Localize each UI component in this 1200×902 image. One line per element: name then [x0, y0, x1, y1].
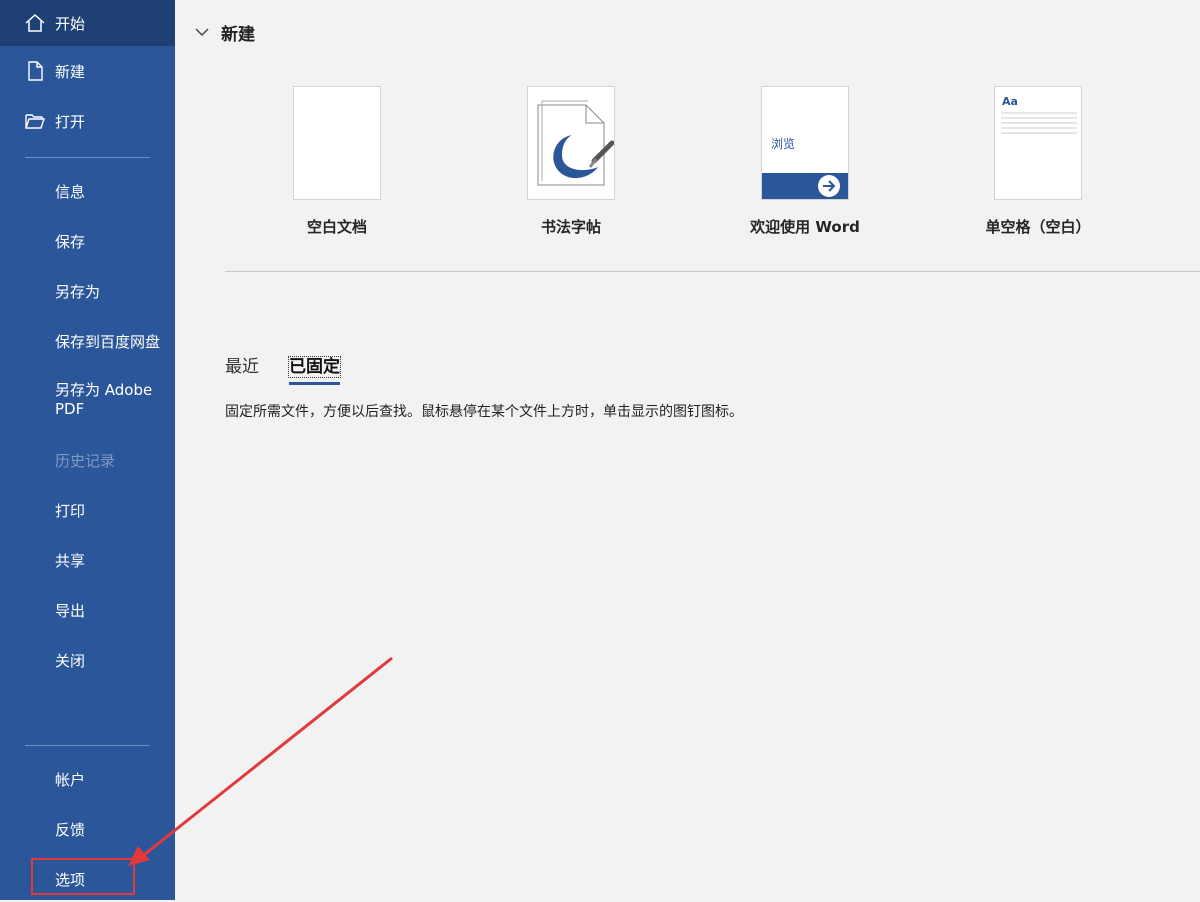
sidebar-item-label: 打开: [55, 112, 86, 131]
sidebar-divider: [25, 157, 150, 158]
sidebar-item-label: 导出: [55, 601, 86, 620]
sidebar-item-save-to-baidu[interactable]: 保存到百度网盘: [0, 318, 175, 364]
sidebar-item-label: 另存为 Adobe: [55, 381, 153, 399]
sidebar-item-save[interactable]: 保存: [0, 218, 175, 264]
thumbnail-text: Aa: [1002, 95, 1018, 108]
pinned-hint-text: 固定所需文件，方便以后查找。鼠标悬停在某个文件上方时，单击显示的图钉图标。: [225, 404, 743, 420]
file-tabs: 最近 已固定: [225, 352, 341, 385]
calligraphy-brush-icon: [537, 100, 615, 186]
template-label: 单空格（空白）: [985, 218, 1091, 236]
section-divider: [225, 271, 1200, 272]
sidebar-item-label: 帐户: [55, 770, 86, 789]
template-thumbnail: Aa: [994, 86, 1082, 200]
chevron-down-icon: [195, 22, 209, 42]
sidebar-item-feedback[interactable]: 反馈: [0, 806, 175, 852]
sidebar-item-share[interactable]: 共享: [0, 537, 175, 583]
sidebar-item-label: 开始: [55, 14, 86, 33]
sidebar-item-label: 关闭: [55, 651, 86, 670]
sidebar-item-label: 新建: [55, 62, 86, 81]
sidebar-divider: [25, 745, 150, 746]
tab-label: 已固定: [288, 356, 341, 378]
template-thumbnail: [527, 86, 615, 200]
template-thumbnail: [293, 86, 381, 200]
arrow-right-icon: [818, 175, 840, 197]
sidebar-item-export[interactable]: 导出: [0, 587, 175, 633]
sidebar-item-home[interactable]: 开始: [0, 0, 175, 46]
sidebar-item-info[interactable]: 信息: [0, 168, 175, 214]
template-thumbnail: 浏览: [761, 86, 849, 200]
template-label: 书法字帖: [540, 218, 601, 236]
sidebar-item-new[interactable]: 新建: [0, 48, 175, 94]
sidebar-item-label: 反馈: [55, 820, 86, 839]
section-title: 新建: [221, 24, 255, 45]
template-calligraphy[interactable]: 书法字帖: [471, 86, 671, 237]
sidebar-item-label-line2: PDF: [55, 400, 85, 418]
sidebar-item-save-as[interactable]: 另存为: [0, 268, 175, 314]
tab-recent[interactable]: 最近: [225, 352, 259, 383]
sidebar-item-save-as-adobe-pdf[interactable]: 另存为 Adobe PDF: [0, 381, 175, 421]
template-blank-document[interactable]: 空白文档: [237, 86, 437, 237]
new-section-header[interactable]: 新建: [195, 20, 255, 45]
text-lines-icon: [1001, 112, 1077, 134]
open-folder-icon: [24, 110, 46, 132]
template-label: 欢迎使用 Word: [750, 218, 860, 236]
sidebar-item-label: 保存到百度网盘: [55, 332, 161, 351]
home-icon: [24, 12, 46, 34]
sidebar-item-label: 另存为: [55, 282, 101, 301]
sidebar-item-open[interactable]: 打开: [0, 98, 175, 144]
sidebar-item-label: 历史记录: [55, 451, 116, 470]
new-document-icon: [24, 60, 46, 82]
thumbnail-text: 浏览: [771, 137, 796, 151]
sidebar-item-account[interactable]: 帐户: [0, 756, 175, 802]
tab-pinned[interactable]: 已固定: [288, 352, 341, 385]
backstage-main: 新建 空白文档 书法字帖 浏览 欢迎使用 Word Aa 单空格（空白） 最近 …: [175, 0, 1200, 900]
sidebar-item-label: 信息: [55, 182, 86, 201]
sidebar-item-history: 历史记录: [0, 437, 175, 483]
template-label: 空白文档: [306, 218, 367, 236]
sidebar-item-close[interactable]: 关闭: [0, 637, 175, 683]
sidebar-item-options[interactable]: 选项: [0, 856, 175, 902]
template-welcome-word[interactable]: 浏览 欢迎使用 Word: [705, 86, 905, 237]
sidebar-item-label: 共享: [55, 551, 86, 570]
backstage-sidebar: 开始 新建 打开 信息 保存 另存为 保存到百度网盘 另存为 Adobe PDF…: [0, 0, 175, 900]
sidebar-item-print[interactable]: 打印: [0, 487, 175, 533]
template-single-spaced[interactable]: Aa 单空格（空白）: [938, 86, 1138, 237]
sidebar-item-label: 打印: [55, 501, 86, 520]
tab-label: 最近: [225, 357, 259, 377]
sidebar-item-label: 选项: [55, 870, 86, 889]
sidebar-item-label: 保存: [55, 232, 86, 251]
